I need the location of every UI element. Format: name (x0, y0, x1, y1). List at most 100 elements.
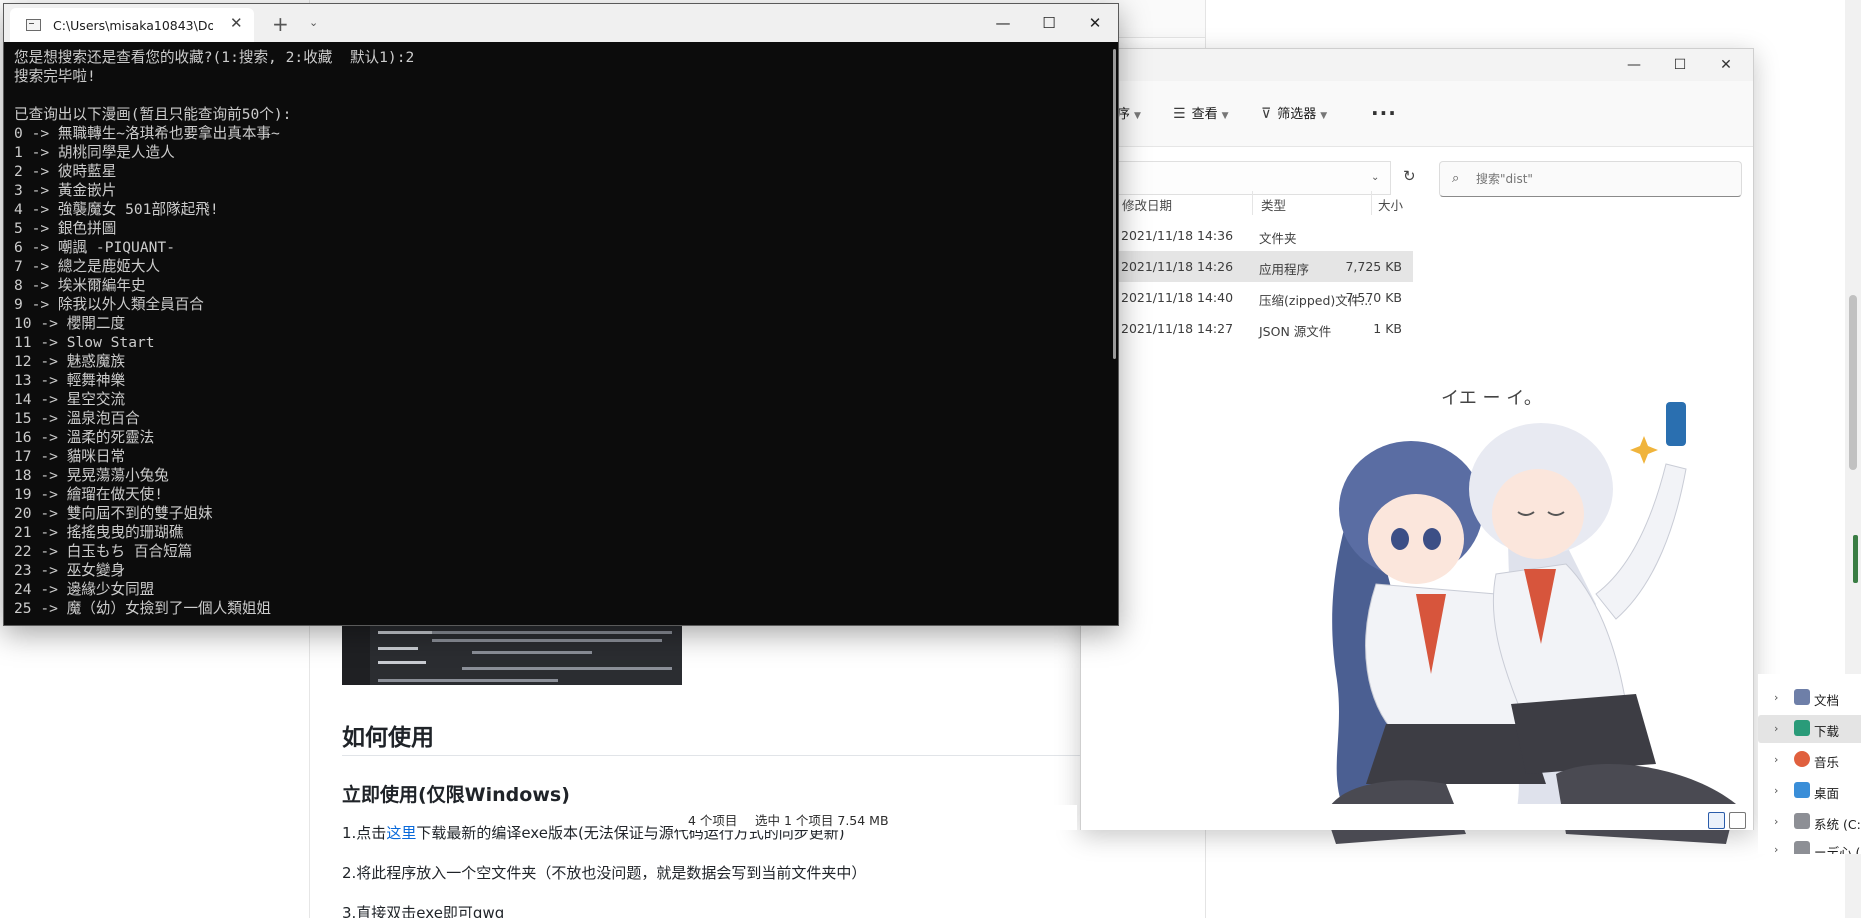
thumbnail-text (378, 647, 418, 650)
terminal-line: 2 -> 彼時藍星 (14, 163, 117, 180)
terminal-line: 您是想搜索还是查看您的收藏?(1:搜索, 2:收藏 默认1):2 (14, 49, 415, 66)
address-field[interactable]: ⌄ (1081, 161, 1391, 195)
download-link[interactable]: 这里 (386, 824, 416, 842)
filter-icon: ⊽ (1261, 106, 1272, 122)
nav-item-music[interactable]: › 音乐 (1758, 746, 1861, 774)
search-icon: ⌕ (1452, 171, 1460, 186)
refresh-icon[interactable]: ↻ (1403, 167, 1416, 185)
terminal-line: 22 -> 白玉もち 百合短篇 (14, 543, 193, 560)
scroll-position-marker (1853, 535, 1858, 583)
column-header-size[interactable]: 大小 (1378, 195, 1403, 214)
nav-item-downloads[interactable]: › 下载 (1758, 715, 1861, 743)
terminal-line: 9 -> 除我以外人類全員百合 (14, 296, 204, 313)
maximize-button[interactable]: ☐ (1657, 49, 1703, 81)
selection-info: 选中 1 个项目 7.54 MB (755, 813, 889, 828)
column-divider[interactable] (1252, 191, 1253, 215)
drive-icon (1794, 813, 1810, 829)
terminal-output[interactable]: 您是想搜索还是查看您的收藏?(1:搜索, 2:收藏 默认1):2 搜索完毕啦! 已查… (14, 48, 1104, 623)
instruction-step-2: 2.将此程序放入一个空文件夹（不放也没问题，就是数据会写到当前文件夹中） (342, 864, 867, 882)
tiles-view-icon[interactable] (1729, 812, 1746, 829)
file-row[interactable]: 2021/11/18 14:36 文件夹 (1081, 220, 1753, 251)
terminal-line: 15 -> 溫泉泡百合 (14, 410, 140, 427)
sort-button[interactable]: 序 ▼ (1117, 103, 1141, 122)
explorer-address-bar: ⌄ ↻ ⌕ (1081, 147, 1753, 211)
terminal-line: 21 -> 搖搖曳曳的珊瑚礁 (14, 524, 184, 541)
terminal-line: 16 -> 溫柔的死靈法 (14, 429, 155, 446)
search-box[interactable]: ⌕ (1439, 161, 1742, 197)
file-explorer-window: — ☐ ✕ 序▼ ☰查看▼ ⊽ 筛选器▼ ... ⌄ ↻ ⌕ 修改日期 类型 大小… (1080, 48, 1861, 854)
thumbnail-text (462, 667, 672, 670)
filter-label: 筛选器 (1277, 107, 1317, 122)
thumbnail-text (378, 661, 426, 664)
file-size: 7,570 KB (1345, 290, 1402, 305)
music-icon (1794, 751, 1810, 767)
terminal-line: 6 -> 嘲諷 -PIQUANT- (14, 239, 175, 256)
file-row[interactable]: 2021/11/18 14:40 压缩(zipped)文件... 7,570 K… (1081, 282, 1753, 313)
preview-caption: イエ ー イ。 (1441, 388, 1542, 409)
terminal-line: 搜索完毕啦! (14, 68, 96, 85)
search-input[interactable] (1476, 169, 1726, 189)
column-divider[interactable] (1371, 191, 1372, 215)
new-tab-icon[interactable]: + (272, 12, 289, 36)
terminal-line: 19 -> 繪瑠在做天使! (14, 486, 164, 503)
chevron-down-icon: ▼ (1320, 111, 1328, 121)
terminal-window: C:\Users\misaka10843\Downloa ✕ + ⌄ — ☐ ✕… (3, 3, 1119, 626)
terminal-line: 3 -> 黃金嵌片 (14, 182, 117, 199)
heading-divider (342, 755, 1192, 756)
view-button[interactable]: ☰ 查看 ▼ (1173, 103, 1229, 122)
list-view-icon: ☰ (1173, 106, 1186, 122)
terminal-line: 1 -> 胡桃同學是人造人 (14, 144, 175, 161)
minimize-button[interactable]: — (1611, 49, 1657, 81)
explorer-titlebar: — ☐ ✕ (1081, 49, 1753, 81)
terminal-line: 18 -> 晃晃蕩蕩小兔兔 (14, 467, 169, 484)
file-date: 2021/11/18 14:36 (1121, 228, 1234, 243)
file-row-selected[interactable]: 2021/11/18 14:26 应用程序 7,725 KB (1081, 251, 1413, 282)
terminal-line: 0 -> 無職轉生~洛琪希也要拿出真本事~ (14, 125, 280, 142)
thumbnail-sidebar (342, 623, 370, 685)
details-view-icon[interactable] (1708, 812, 1725, 829)
terminal-line: 20 -> 雙向屆不到的雙子姐妹 (14, 505, 213, 522)
terminal-scrollbar[interactable] (1113, 49, 1116, 359)
more-options-button[interactable]: ... (1371, 96, 1397, 120)
terminal-line: 10 -> 櫻開二度 (14, 315, 126, 332)
terminal-line: 25 -> 魔（幼）女撿到了一個人類姐姐 (14, 600, 272, 617)
preview-image: イエ ー イ。 (1326, 388, 1736, 844)
column-header-type[interactable]: 类型 (1261, 195, 1286, 214)
terminal-tab[interactable]: C:\Users\misaka10843\Downloa ✕ (10, 8, 254, 42)
explorer-status-bar (1081, 804, 1753, 830)
terminal-line: 8 -> 埃米爾編年史 (14, 277, 146, 294)
chevron-right-icon[interactable]: › (1774, 753, 1778, 766)
nav-label: ーデ心 (D:) (1814, 845, 1861, 854)
terminal-line: 已查询出以下漫画(暂且只能查询前50个): (14, 106, 292, 123)
maximize-button[interactable]: ☐ (1026, 4, 1072, 42)
chevron-down-icon[interactable]: ⌄ (309, 16, 318, 29)
close-tab-icon[interactable]: ✕ (230, 14, 243, 32)
chevron-right-icon[interactable]: › (1774, 843, 1778, 854)
page-scrollbar-thumb[interactable] (1849, 295, 1857, 470)
filter-button[interactable]: ⊽ 筛选器 ▼ (1261, 103, 1327, 122)
chevron-right-icon[interactable]: › (1774, 691, 1778, 704)
nav-item-data-drive[interactable]: › ーデ心 (D:) (1758, 836, 1861, 854)
file-type: 文件夹 (1259, 231, 1297, 246)
close-button[interactable]: ✕ (1703, 49, 1749, 81)
terminal-line: 14 -> 星空交流 (14, 391, 126, 408)
download-icon (1794, 720, 1810, 736)
explorer-status-left: 4 个项目 选中 1 个项目 7.54 MB (677, 805, 1077, 830)
chevron-right-icon[interactable]: › (1774, 784, 1778, 797)
minimize-button[interactable]: — (980, 4, 1026, 42)
thumbnail-text (432, 639, 662, 642)
desktop: ✎ 如何使用 立即使用(仅限Windows) 1.点击这里下载最新的编译exe版… (0, 0, 1861, 918)
chevron-down-icon[interactable]: ⌄ (1371, 172, 1379, 183)
nav-item-documents[interactable]: › 文档 (1758, 684, 1861, 712)
file-date: 2021/11/18 14:26 (1121, 259, 1234, 274)
chevron-right-icon[interactable]: › (1774, 815, 1778, 828)
close-button[interactable]: ✕ (1072, 4, 1118, 42)
chevron-right-icon[interactable]: › (1774, 722, 1778, 735)
terminal-line: 11 -> Slow Start (14, 334, 155, 351)
column-header-date[interactable]: 修改日期 (1122, 195, 1172, 214)
file-row[interactable]: 2021/11/18 14:27 JSON 源文件 1 KB (1081, 313, 1753, 344)
nav-item-desktop[interactable]: › 桌面 (1758, 777, 1861, 805)
thumbnail-text (378, 679, 558, 682)
nav-item-system-drive[interactable]: › 系统 (C:) (1758, 808, 1861, 836)
desktop-icon (1794, 782, 1810, 798)
